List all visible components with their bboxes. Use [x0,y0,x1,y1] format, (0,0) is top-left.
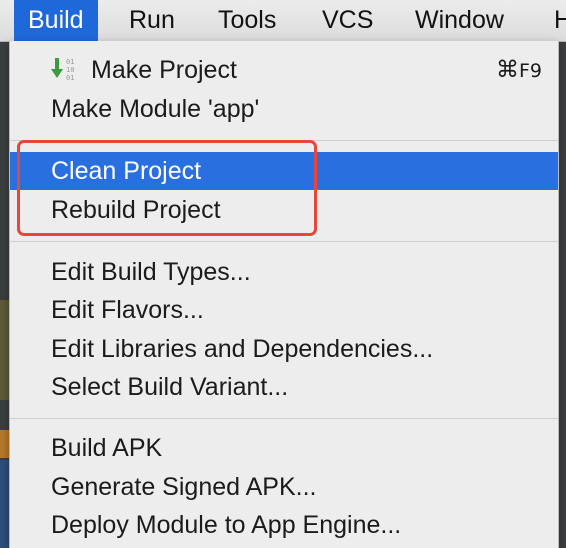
menu-item-select-build-variant[interactable]: Select Build Variant... [10,368,558,406]
menu-item-label: Edit Libraries and Dependencies... [51,335,434,363]
menu-item-label: Deploy Module to App Engine... [51,511,402,539]
shortcut-make-project: ⌘F9 [496,57,542,83]
svg-text:01: 01 [66,74,74,82]
menu-item-label: Make Module 'app' [51,95,260,123]
menubar-tools[interactable]: Tools [218,0,276,41]
menu-item-edit-build-types[interactable]: Edit Build Types... [10,253,558,291]
menu-item-label: Edit Flavors... [51,296,204,324]
command-key-icon: ⌘ [495,57,519,83]
menu-separator [10,241,558,242]
highlight-annotation-box [17,140,317,236]
menu-item-generate-signed-apk[interactable]: Generate Signed APK... [10,468,558,506]
build-menu-dropdown: 01 10 01 Make Project ⌘F9 Make Module 'a… [9,41,559,548]
menu-item-build-apk[interactable]: Build APK [10,429,558,467]
menubar-help[interactable]: H [554,0,566,41]
menu-item-label: Build APK [51,434,163,462]
menu-bar: Build Run Tools VCS Window H [0,0,566,42]
menu-item-label: Select Build Variant... [51,373,289,401]
menubar-vcs[interactable]: VCS [322,0,373,41]
make-binary-arrow-icon: 01 10 01 [51,58,74,82]
menu-item-deploy-app-engine[interactable]: Deploy Module to App Engine... [10,506,558,544]
menu-item-edit-flavors[interactable]: Edit Flavors... [10,291,558,329]
menubar-window[interactable]: Window [415,0,504,41]
menu-separator [10,418,558,419]
menu-item-label: Make Project [91,56,237,84]
menu-item-label: Generate Signed APK... [51,473,317,501]
menu-item-label: Edit Build Types... [51,258,251,286]
menu-item-make-project[interactable]: 01 10 01 Make Project ⌘F9 [10,51,558,89]
menu-item-make-module[interactable]: Make Module 'app' [10,90,558,128]
svg-text:10: 10 [66,66,74,74]
svg-text:01: 01 [66,58,74,66]
shortcut-key: F9 [518,60,542,82]
menubar-run[interactable]: Run [129,0,175,41]
menubar-build[interactable]: Build [14,0,98,41]
menu-item-edit-libraries[interactable]: Edit Libraries and Dependencies... [10,330,558,368]
